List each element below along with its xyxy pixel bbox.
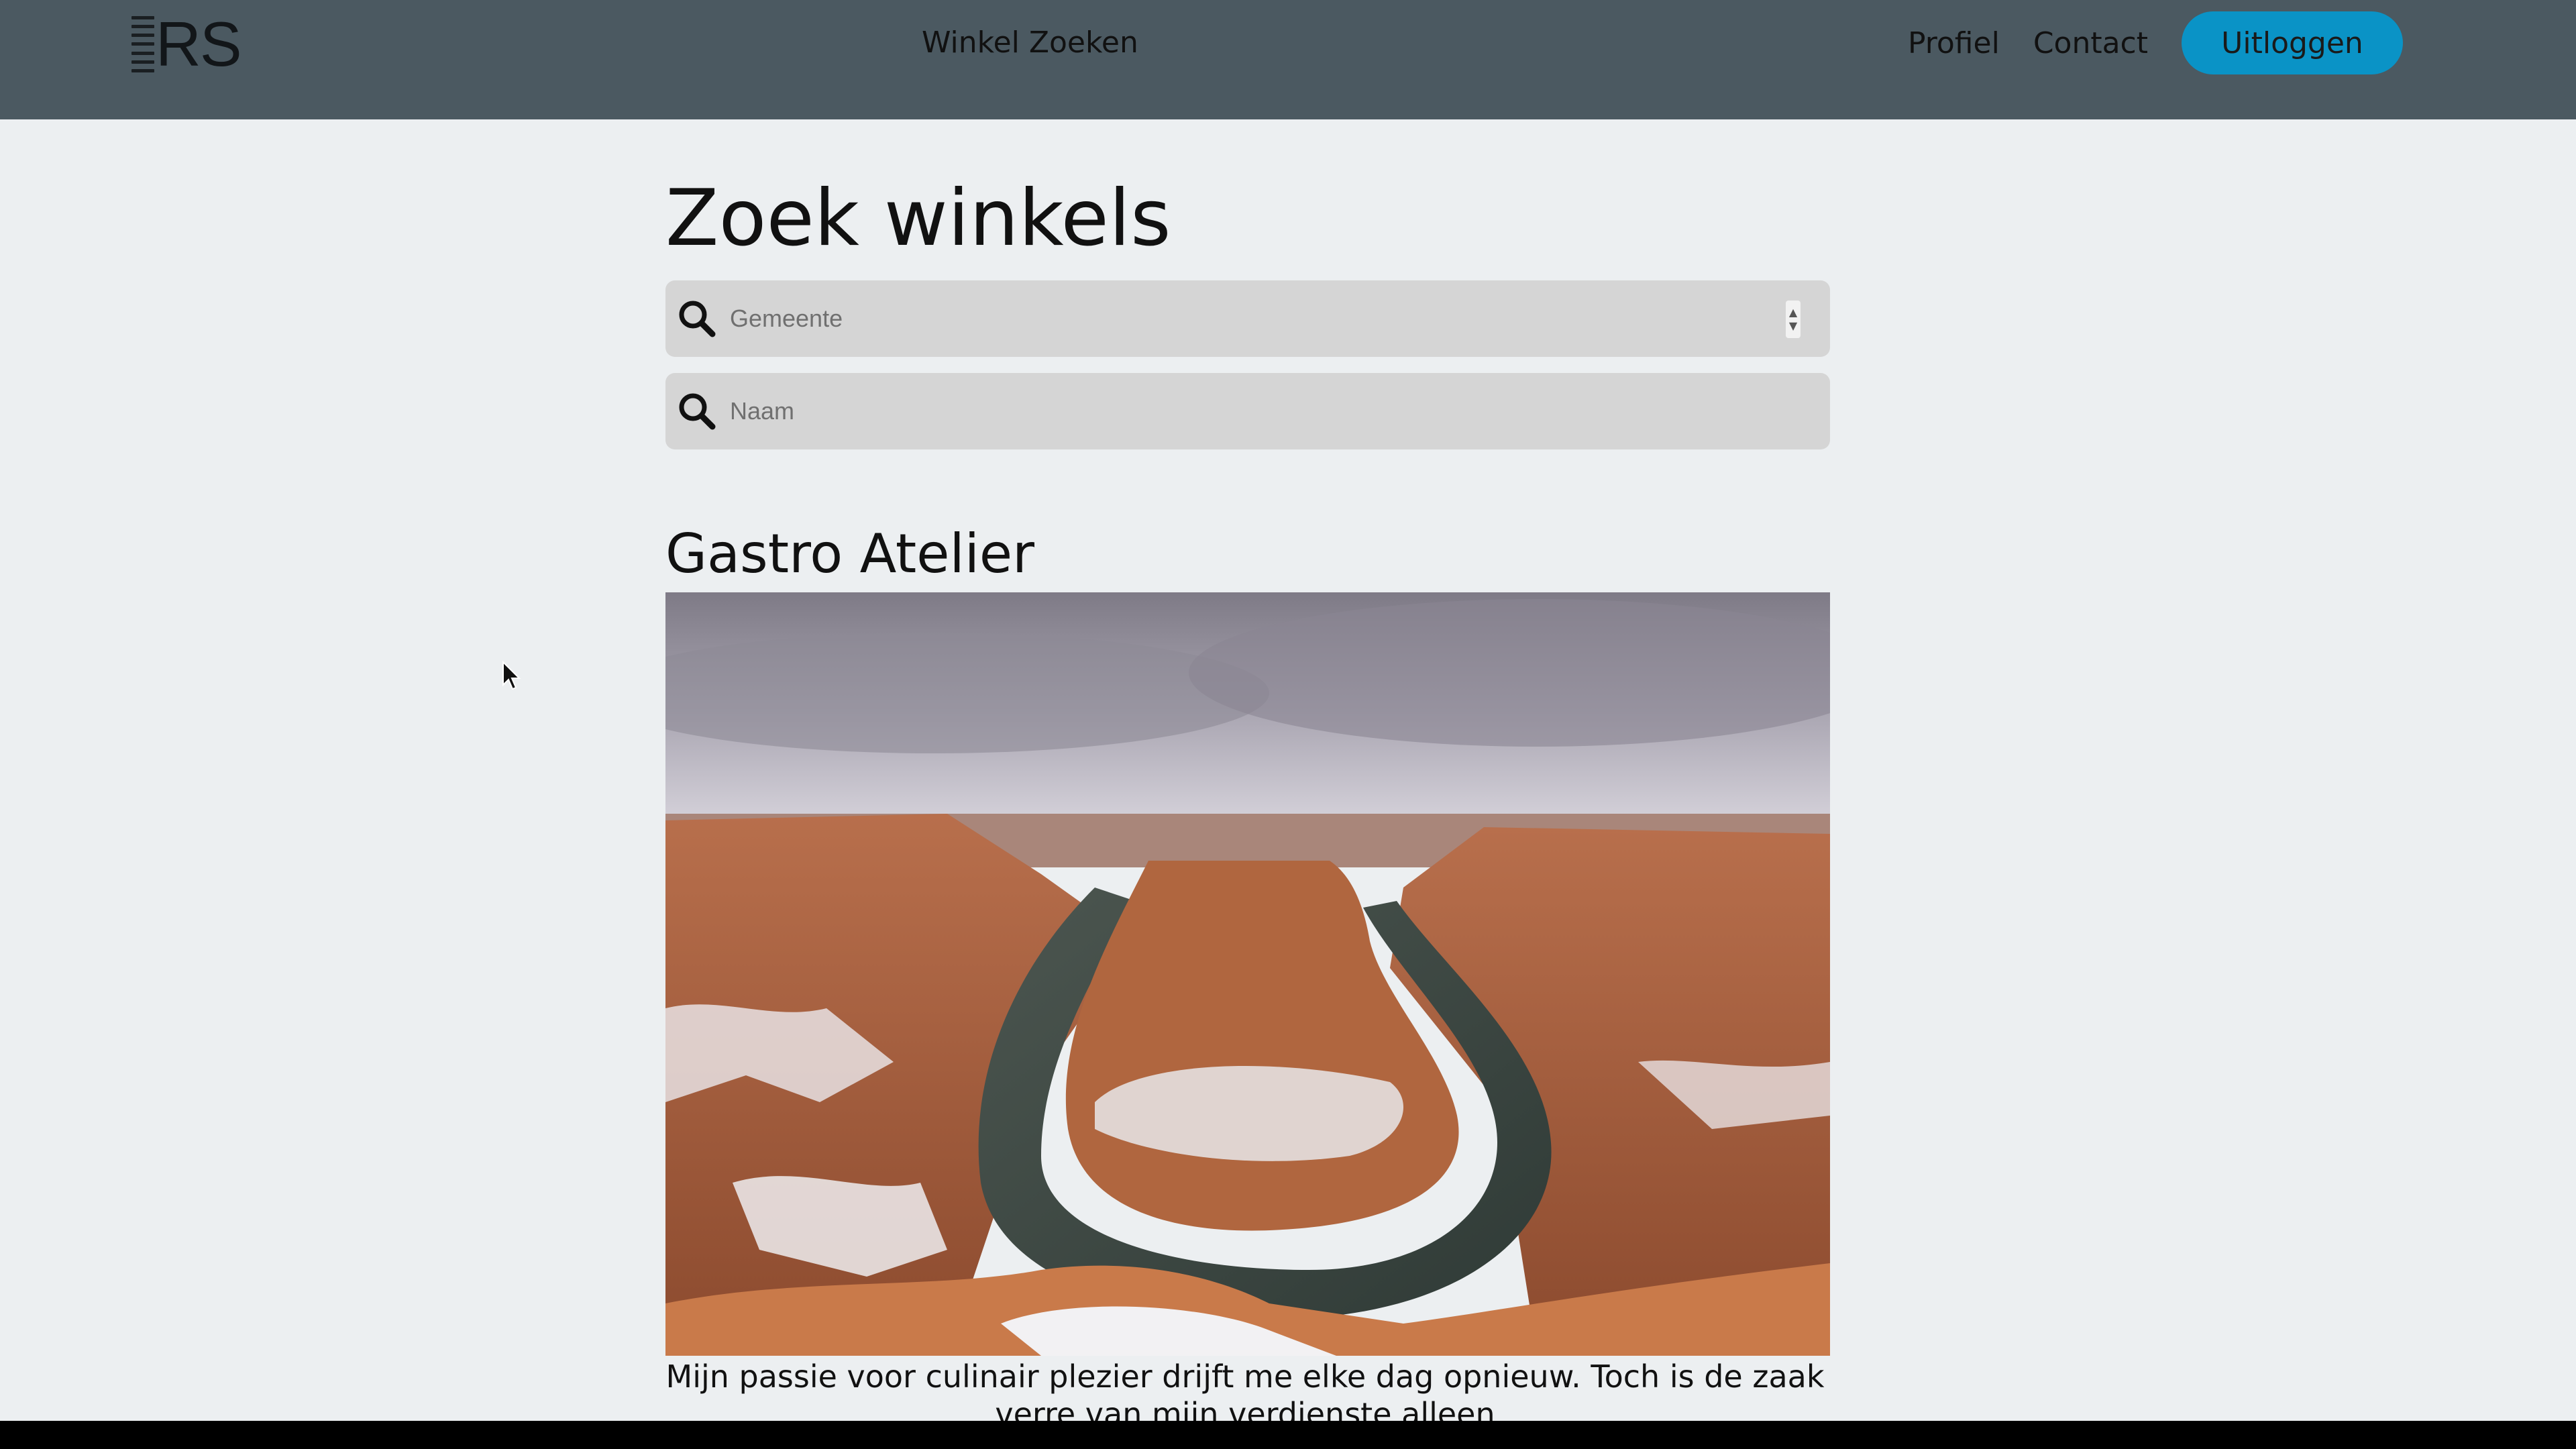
- nav-link-profiel[interactable]: Profiel: [1908, 26, 2000, 60]
- nav-link-contact[interactable]: Contact: [2033, 26, 2148, 60]
- shop-title[interactable]: Gastro Atelier: [665, 522, 1034, 586]
- logo-mark-icon: [131, 16, 154, 72]
- mouse-cursor-icon: [502, 661, 521, 690]
- gemeente-stepper-icon[interactable]: ▲ ▼: [1786, 301, 1801, 338]
- page-title: Zoek winkels: [665, 173, 1171, 264]
- top-navbar: RS Winkel Zoeken Profiel Contact Uitlogg…: [0, 0, 2576, 119]
- search-icon: [679, 393, 716, 430]
- nav-link-winkel-zoeken[interactable]: Winkel Zoeken: [922, 23, 1138, 63]
- nav-right-group: Profiel Contact Uitloggen: [1908, 11, 2403, 74]
- search-icon: [679, 301, 716, 337]
- gemeente-field[interactable]: ▲▼: [665, 280, 1830, 357]
- logout-button[interactable]: Uitloggen: [2182, 11, 2403, 74]
- logo[interactable]: RS: [131, 9, 242, 79]
- naam-field[interactable]: [665, 373, 1830, 449]
- canyon-photo: [665, 592, 1830, 1356]
- gemeente-input[interactable]: [730, 280, 1776, 357]
- shop-image[interactable]: [665, 592, 1830, 1356]
- logo-text: RS: [156, 9, 242, 79]
- naam-input[interactable]: [730, 373, 1776, 449]
- bottom-bar: [0, 1421, 2576, 1449]
